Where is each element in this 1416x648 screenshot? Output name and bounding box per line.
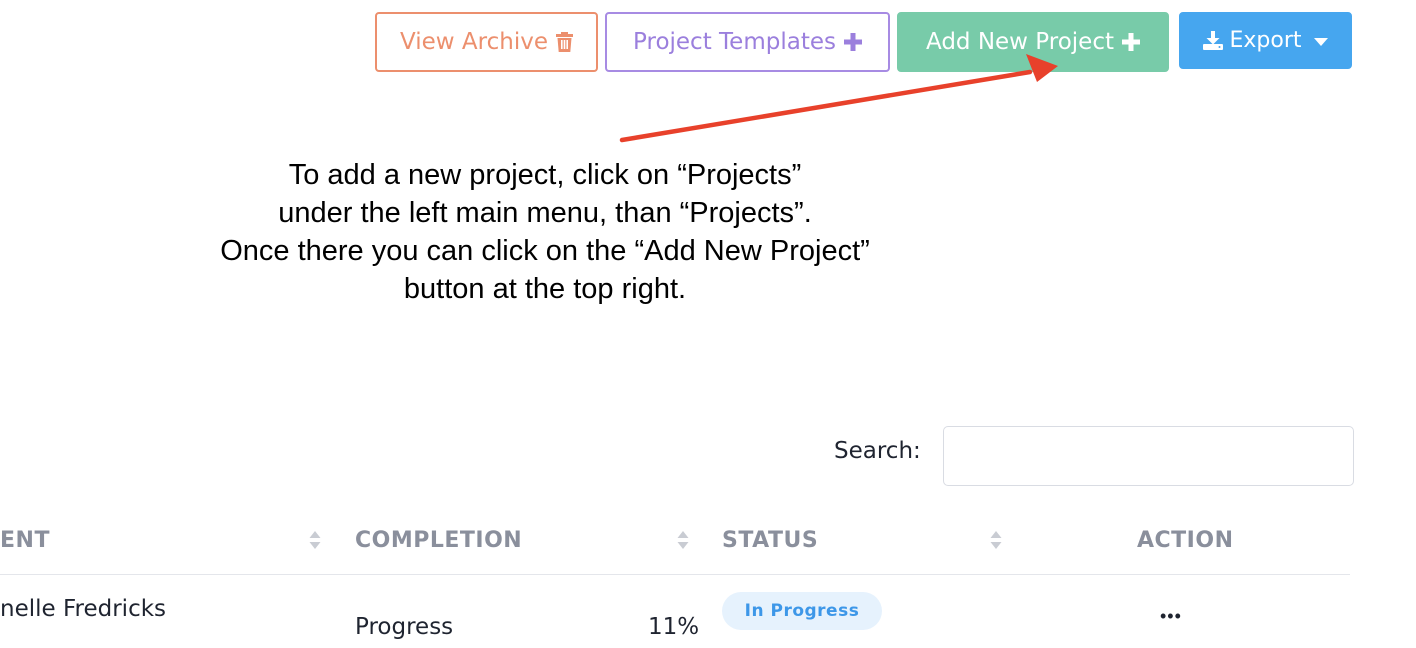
completion-label: Progress — [355, 614, 454, 640]
add-new-project-label: Add New Project — [925, 29, 1114, 55]
project-templates-button[interactable]: Project Templates — [605, 12, 890, 72]
column-header-completion[interactable]: COMPLETION — [355, 528, 522, 553]
instruction-line: button at the top right. — [403, 273, 687, 305]
instruction-line: Once there you can click on the “Add New… — [220, 235, 870, 267]
project-templates-label: Project Templates — [633, 29, 836, 55]
table-header-divider — [0, 574, 1350, 575]
download-icon — [1203, 31, 1224, 50]
sort-icon[interactable] — [990, 530, 1002, 550]
completion-percent: 11% — [648, 614, 700, 640]
instruction-line: under the left main menu, than “Projects… — [278, 197, 812, 229]
instruction-text: To add a new project, click on “Projects… — [160, 156, 930, 308]
add-new-project-button[interactable]: Add New Project — [897, 12, 1169, 72]
export-label: Export — [1229, 28, 1302, 53]
column-header-action: ACTION — [1137, 528, 1234, 553]
trash-icon — [555, 32, 573, 52]
export-dropdown-button[interactable]: Export — [1179, 12, 1352, 69]
search-input[interactable] — [943, 426, 1354, 486]
column-header-status[interactable]: STATUS — [722, 528, 818, 553]
view-archive-button[interactable]: View Archive — [375, 12, 598, 72]
caret-down-icon — [1313, 38, 1328, 46]
column-header-client[interactable]: ENT — [0, 528, 50, 553]
view-archive-label: View Archive — [400, 29, 548, 55]
plus-icon — [843, 33, 862, 51]
plus-icon — [1122, 33, 1140, 51]
instruction-line: To add a new project, click on “Projects… — [288, 159, 802, 191]
action-menu-button[interactable]: ••• — [1160, 606, 1182, 627]
status-badge: In Progress — [722, 592, 882, 630]
client-name-cell[interactable]: nelle Fredricks — [0, 596, 166, 622]
search-label: Search: — [834, 438, 921, 464]
sort-icon[interactable] — [309, 530, 321, 550]
sort-icon[interactable] — [677, 530, 689, 550]
